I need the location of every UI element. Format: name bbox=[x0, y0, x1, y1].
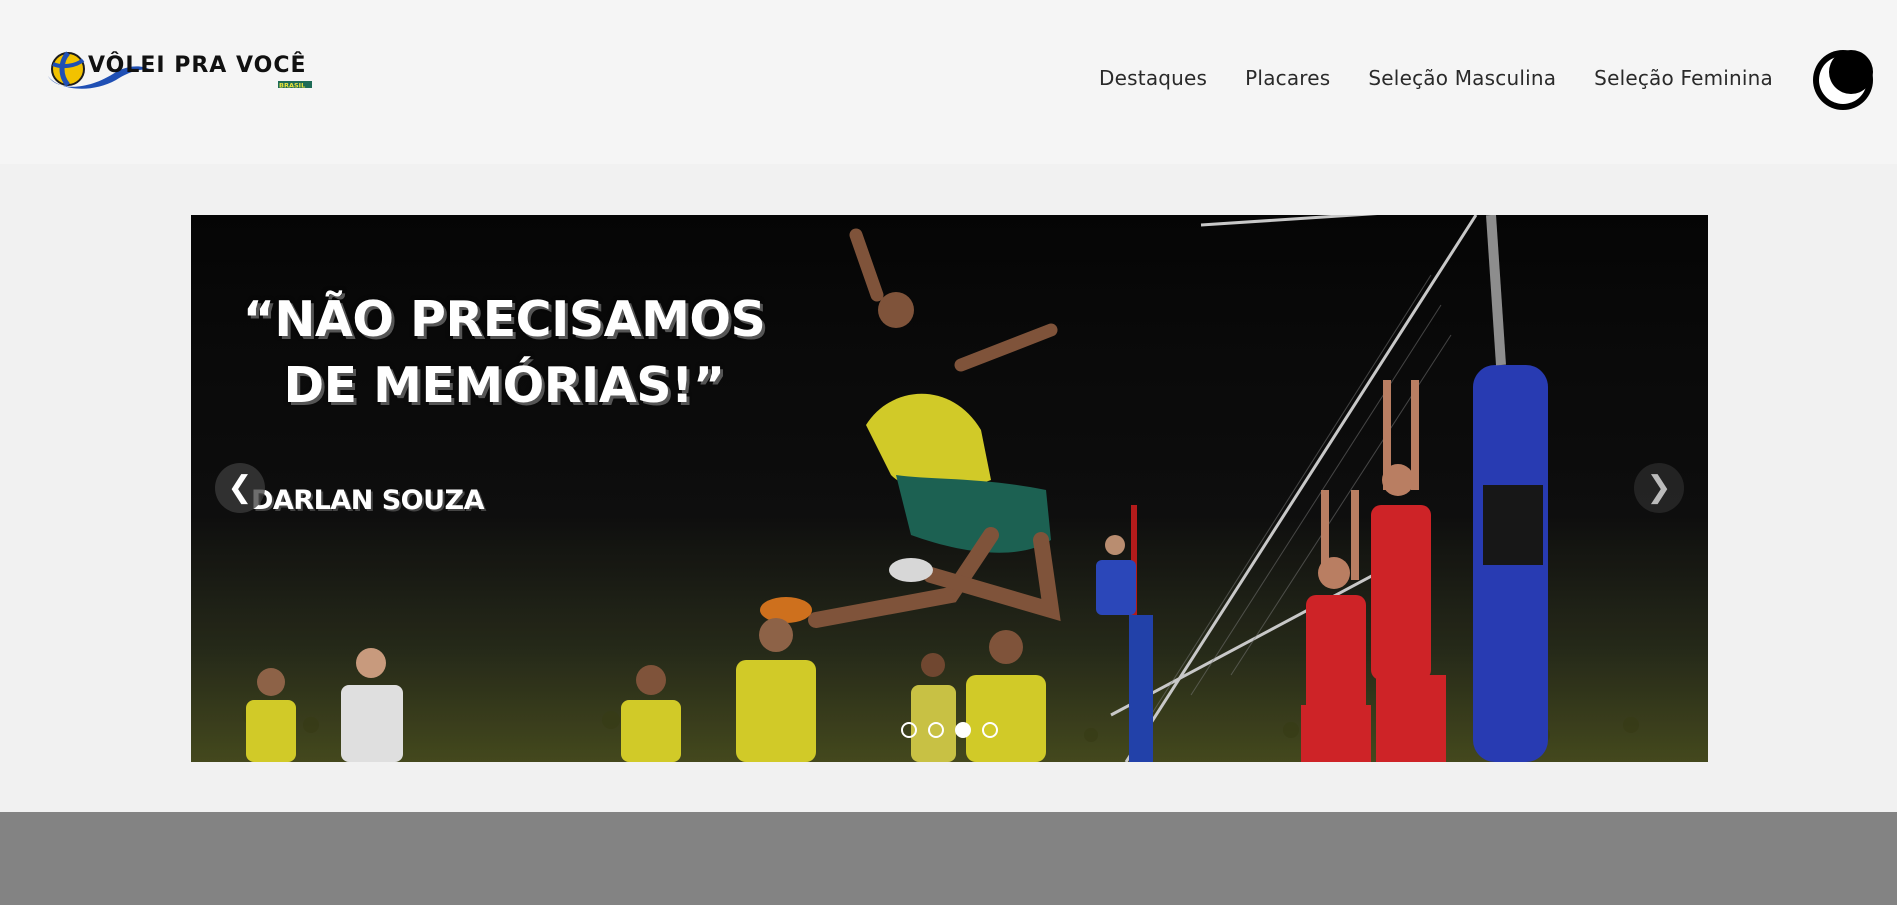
theme-toggle-button[interactable] bbox=[1813, 50, 1873, 110]
nav-destaques[interactable]: Destaques bbox=[1099, 66, 1207, 90]
carousel-prev-button[interactable]: ❮ bbox=[215, 463, 265, 513]
slide-author: DARLAN SOUZA bbox=[251, 485, 485, 516]
logo-subtext: BRASIL bbox=[279, 82, 305, 90]
hero-carousel: “NÃO PRECISAMOS DE MEMÓRIAS!” DARLAN SOU… bbox=[191, 215, 1708, 762]
footer-band bbox=[0, 812, 1897, 905]
carousel-dot-4[interactable] bbox=[982, 722, 998, 738]
chevron-right-icon: ❯ bbox=[1646, 470, 1672, 505]
main-nav: Destaques Placares Seleção Masculina Sel… bbox=[1061, 66, 1773, 90]
carousel-dot-1[interactable] bbox=[901, 722, 917, 738]
nav-selecao-feminina[interactable]: Seleção Feminina bbox=[1594, 66, 1773, 90]
site-header: VÔLEI PRA VOCÊ BRASIL Destaques Placares… bbox=[0, 0, 1897, 164]
carousel-indicators bbox=[901, 722, 998, 738]
carousel-next-button[interactable]: ❯ bbox=[1634, 463, 1684, 513]
volleyball-icon bbox=[51, 51, 85, 87]
nav-placares[interactable]: Placares bbox=[1245, 66, 1330, 90]
site-logo[interactable]: VÔLEI PRA VOCÊ BRASIL bbox=[46, 50, 316, 92]
moon-icon bbox=[1819, 50, 1873, 104]
chevron-left-icon: ❮ bbox=[227, 470, 253, 505]
logo-text: VÔLEI PRA VOCÊ bbox=[88, 52, 307, 78]
slide-quote: “NÃO PRECISAMOS DE MEMÓRIAS!” bbox=[242, 291, 766, 414]
carousel-dot-2[interactable] bbox=[928, 722, 944, 738]
nav-selecao-masculina[interactable]: Seleção Masculina bbox=[1368, 66, 1556, 90]
carousel-dot-3[interactable] bbox=[955, 722, 971, 738]
